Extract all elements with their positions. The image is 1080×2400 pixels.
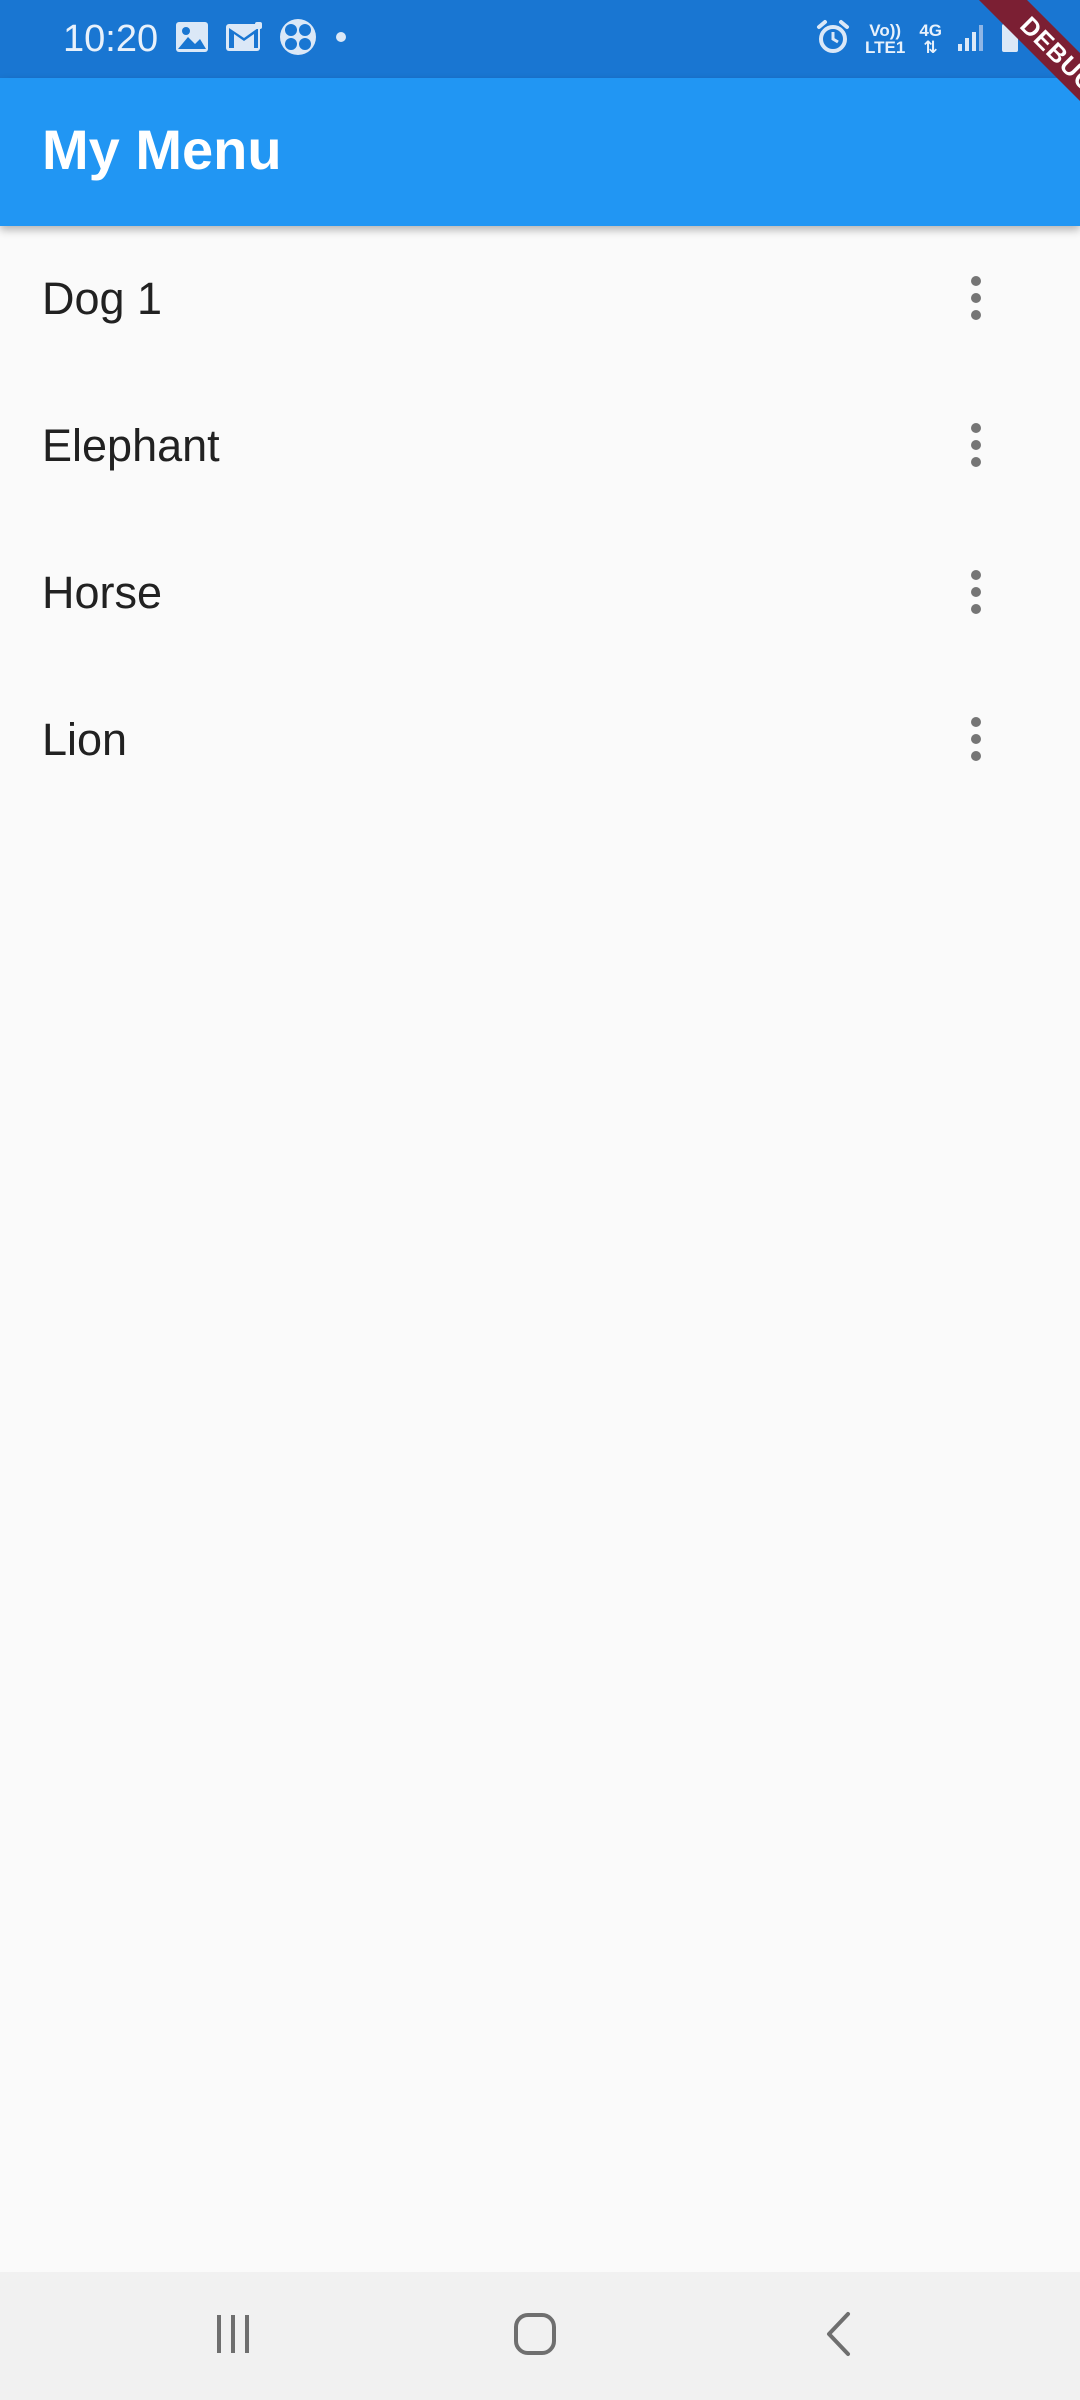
list-item[interactable]: Elephant: [0, 373, 1080, 520]
gallery-icon: [175, 21, 209, 58]
fan-icon: [279, 18, 317, 61]
more-options-button[interactable]: [928, 699, 1024, 783]
list-item-label: Elephant: [42, 420, 220, 471]
app-bar: My Menu: [0, 78, 1080, 226]
page-title: My Menu: [42, 118, 282, 181]
more-options-button[interactable]: [928, 258, 1024, 342]
more-options-button[interactable]: [928, 552, 1024, 636]
more-vert-icon: [970, 569, 982, 620]
volte-label: Vo)): [869, 21, 902, 40]
back-button[interactable]: [768, 2286, 908, 2386]
list-item-label: Horse: [42, 567, 163, 618]
list-item[interactable]: Lion: [0, 667, 1080, 814]
list-item[interactable]: Dog 1: [0, 226, 1080, 373]
home-button[interactable]: [465, 2286, 605, 2386]
status-bar: 10:20 Vo)) LTE1 4G ⇅: [0, 0, 1080, 78]
home-icon: [513, 2312, 557, 2361]
alarm-icon: [815, 19, 851, 60]
recent-apps-icon: [213, 2313, 253, 2360]
more-vert-icon: [970, 422, 982, 473]
volte-indicator: Vo)) LTE1: [865, 22, 905, 56]
battery-icon: [1000, 20, 1020, 58]
list-item-label: Lion: [42, 714, 128, 765]
more-options-button[interactable]: [928, 405, 1024, 489]
menu-list: Dog 1 Elephant Horse Lion: [0, 226, 1080, 814]
lte-label: LTE1: [865, 38, 906, 57]
list-item-label: Dog 1: [42, 273, 163, 324]
recent-apps-button[interactable]: [163, 2286, 303, 2386]
network-type-label: 4G: [919, 21, 942, 40]
list-item[interactable]: Horse: [0, 520, 1080, 667]
more-vert-icon: [970, 716, 982, 767]
more-vert-icon: [970, 275, 982, 326]
gmail-icon: [225, 21, 263, 58]
system-nav-bar: [0, 2272, 1080, 2400]
data-arrows-icon: ⇅: [923, 38, 938, 57]
status-system-icons: Vo)) LTE1 4G ⇅: [815, 19, 1020, 60]
status-notification-icons: [175, 18, 349, 61]
signal-icon: [956, 22, 986, 57]
network-type-indicator: 4G ⇅: [919, 22, 942, 56]
status-time: 10:20: [63, 18, 159, 60]
dot-icon: [333, 29, 349, 50]
back-icon: [824, 2311, 852, 2362]
